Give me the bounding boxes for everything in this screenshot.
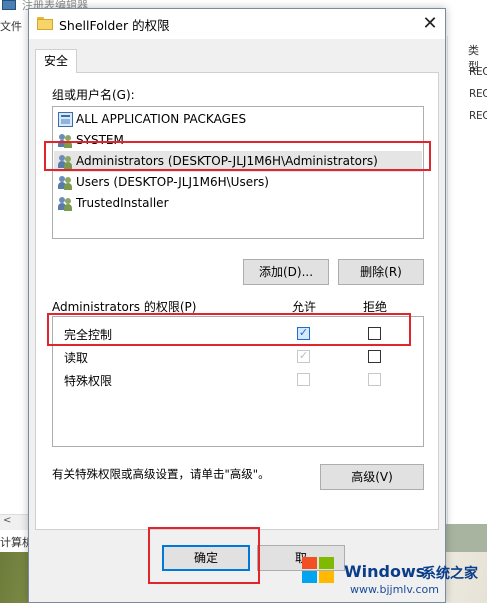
close-button[interactable]: ✕ <box>415 9 445 39</box>
watermark-brand-suffix: 系统之家 <box>422 566 478 582</box>
user-name: Users (DESKTOP-JLJ1M6H\Users) <box>76 175 269 189</box>
user-name: TrustedInstaller <box>76 196 169 210</box>
special-deny-checkbox <box>368 373 381 386</box>
special-allow-checkbox <box>297 373 310 386</box>
reg-value-type: REG <box>469 88 487 100</box>
users-icon <box>58 196 73 211</box>
background-tree-pane <box>0 36 28 526</box>
remove-button[interactable]: 删除(R) <box>338 259 424 285</box>
list-item-trustedinstaller[interactable]: TrustedInstaller <box>54 193 422 214</box>
dialog-titlebar[interactable]: ShellFolder 的权限 ✕ <box>29 9 445 39</box>
folder-icon <box>37 17 53 30</box>
users-icon <box>58 175 73 190</box>
perm-read: 读取 <box>64 351 89 365</box>
highlight-ok-button <box>148 527 260 584</box>
windows-logo-icon <box>298 553 338 589</box>
menu-file[interactable]: 文件 <box>0 18 22 34</box>
reg-value-type: REG <box>469 110 487 122</box>
dialog-title: ShellFolder 的权限 <box>59 18 170 33</box>
advanced-hint: 有关特殊权限或高级设置，请单击"高级"。 <box>52 467 270 481</box>
list-item-all-application-packages[interactable]: ALL APPLICATION PACKAGES <box>54 109 422 130</box>
highlight-administrators <box>44 141 431 171</box>
tab-security[interactable]: 安全 <box>35 49 77 73</box>
watermark-url: www.bjjmlv.com <box>350 583 439 596</box>
list-item-users[interactable]: Users (DESKTOP-JLJ1M6H\Users) <box>54 172 422 193</box>
user-name: ALL APPLICATION PACKAGES <box>76 112 247 126</box>
users-listbox[interactable]: ALL APPLICATION PACKAGES SYSTEM Administ… <box>52 106 424 239</box>
add-button[interactable]: 添加(D)... <box>243 259 329 285</box>
package-icon <box>58 112 73 127</box>
perm-special: 特殊权限 <box>64 374 113 388</box>
background-scrollbar[interactable]: < <box>0 514 28 530</box>
advanced-button[interactable]: 高级(V) <box>320 464 424 490</box>
regedit-icon <box>2 0 16 10</box>
read-deny-checkbox[interactable] <box>368 350 381 363</box>
group-users-label: 组或用户名(G): <box>52 88 135 102</box>
read-allow-checkbox: ✓ <box>297 349 310 363</box>
reg-value-type: REG <box>469 66 487 78</box>
desktop-wallpaper <box>444 524 487 554</box>
highlight-full-control <box>47 313 411 346</box>
check-icon: ✓ <box>298 349 309 362</box>
watermark-brand: Windows <box>344 562 426 581</box>
permissions-dialog: ShellFolder 的权限 ✕ 安全 组或用户名(G): ALL APPLI… <box>28 8 446 603</box>
scroll-left-icon[interactable]: < <box>3 515 11 526</box>
